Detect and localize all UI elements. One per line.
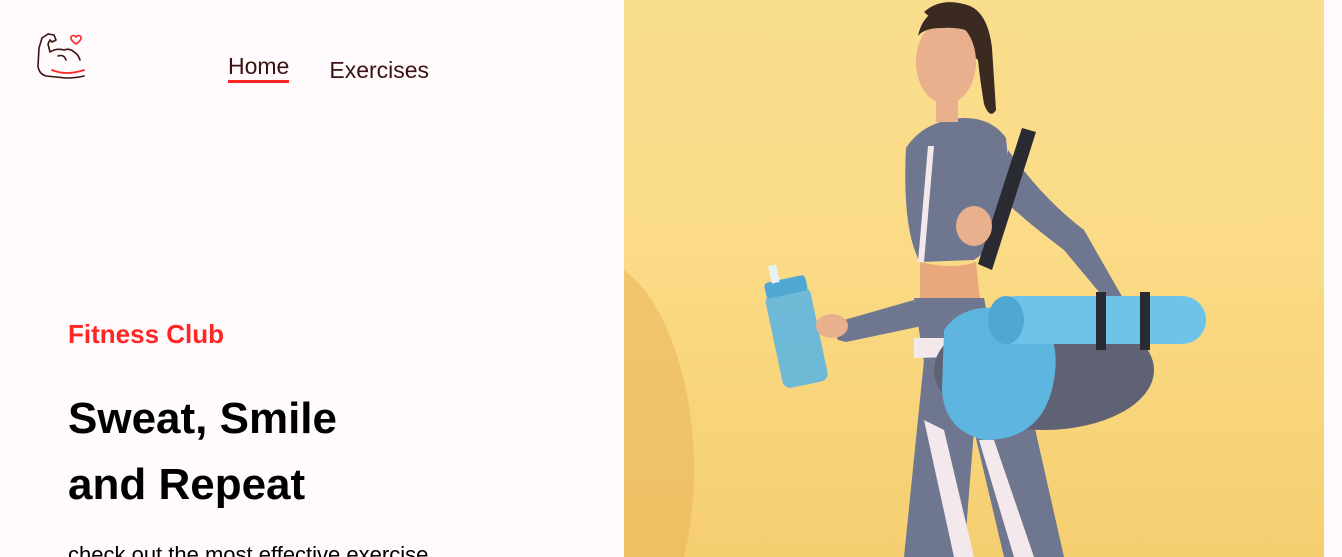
headline-line-1: Sweat, Smile	[68, 394, 338, 443]
tagline: Fitness Club	[68, 319, 225, 349]
flexed-arm-heart-icon	[37, 33, 85, 79]
page: Home Exercises Fitness Club Sweat, Smile…	[0, 0, 1342, 557]
hero-description: check out the most effective exercise	[68, 542, 429, 557]
hero-banner-image	[624, 0, 1324, 557]
headline-line-2: and Repeat	[68, 460, 306, 509]
nav-link-exercises[interactable]: Exercises	[329, 56, 429, 84]
hero-illustration	[624, 2, 1206, 557]
logo-link[interactable]	[36, 30, 88, 82]
hero-text-panel: Home Exercises Fitness Club Sweat, Smile…	[0, 0, 624, 557]
headline: Sweat, Smile and Repeat	[68, 386, 337, 518]
main-nav: Home Exercises	[228, 52, 429, 84]
nav-link-home[interactable]: Home	[228, 52, 290, 83]
